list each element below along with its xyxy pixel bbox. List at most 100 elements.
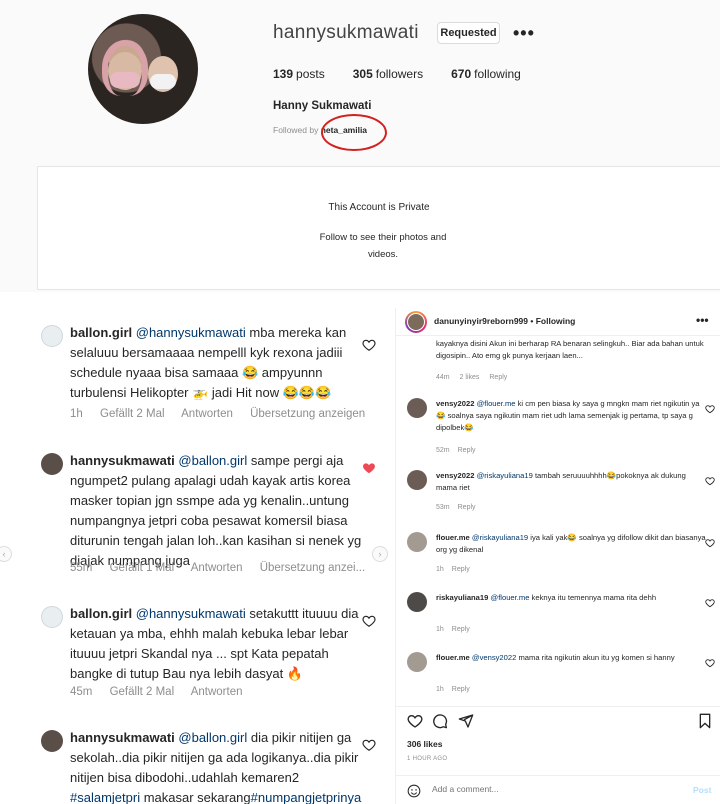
comment-time: 1h (436, 686, 444, 693)
profile-username: hannysukmawati (273, 22, 419, 43)
comment-text: vensy2022 @flouer.me ki cm pen biasa ky … (436, 398, 706, 434)
profile-stats: 139 posts 305 followers 670 following (273, 67, 549, 81)
comment-likes[interactable]: 2 likes (460, 374, 480, 381)
comment-body: tambah seruuuuhhhh😂pokoknya ak dukung ma… (436, 471, 686, 492)
comment-mention[interactable]: @hannysukmawati (136, 606, 246, 621)
profile-full-name: Hanny Sukmawati (273, 100, 372, 112)
requested-button[interactable]: Requested (437, 22, 500, 44)
chevron-left-icon[interactable]: ‹ (0, 546, 12, 562)
comment-body-2: makasar sekarang (140, 790, 251, 804)
heart-icon[interactable] (705, 404, 715, 414)
comment-username[interactable]: ballon.girl (70, 606, 132, 621)
profile-header: hannysukmawati Requested ••• 139 posts 30… (0, 0, 720, 292)
comment-meta: 44m 2 likes Reply (436, 374, 515, 381)
reply-button[interactable]: Reply (452, 566, 470, 573)
comment-mention[interactable]: @riskayuliana19 (477, 471, 533, 480)
comment-meta: 52m Reply (436, 447, 484, 454)
post-actions: 306 likes 1 HOUR AGO Post (396, 706, 720, 804)
bookmark-icon[interactable] (698, 713, 712, 729)
avatar[interactable] (407, 652, 427, 672)
reply-button[interactable]: Antworten (191, 686, 243, 698)
comment-username[interactable]: hannysukmawati (70, 730, 175, 745)
more-options-icon[interactable]: ••• (696, 313, 709, 327)
reply-button[interactable]: Antworten (191, 562, 243, 574)
heart-icon[interactable] (407, 713, 423, 729)
comment-time: 1h (70, 408, 83, 420)
heart-icon[interactable] (362, 461, 376, 475)
reply-button[interactable]: Reply (458, 504, 476, 511)
post-author-username[interactable]: danunyinyir9reborn999 (434, 316, 528, 326)
comment-input[interactable] (432, 784, 672, 794)
comment-username[interactable]: hannysukmawati (70, 453, 175, 468)
comment-text: flouer.me @riskayuliana19 iya kali yak😂 … (436, 532, 706, 556)
red-highlight-circle (321, 114, 387, 151)
comment-text: hannysukmawati @ballon.girl dia pikir ni… (70, 728, 370, 804)
avatar[interactable] (407, 592, 427, 612)
following-label: following (474, 67, 521, 81)
comment-meta: 1h Gefällt 2 Mal Antworten Übersetzung a… (70, 408, 379, 420)
followed-by-prefix: Followed by (273, 125, 319, 135)
comment-time: 1h (436, 566, 444, 573)
reply-button[interactable]: Reply (458, 447, 476, 454)
heart-icon[interactable] (705, 538, 715, 548)
heart-icon[interactable] (362, 614, 376, 628)
comment-mention[interactable]: @riskayuliana19 (472, 533, 528, 542)
heart-icon[interactable] (362, 338, 376, 352)
avatar[interactable] (41, 606, 63, 628)
avatar[interactable] (407, 470, 427, 490)
avatar[interactable] (41, 453, 63, 475)
comment-icon[interactable] (432, 713, 448, 729)
reply-button[interactable]: Antworten (181, 408, 233, 420)
comment-item: riskayuliana19 @flouer.me keknya itu tem… (407, 592, 717, 642)
comment-likes[interactable]: Gefällt 1 Mal (110, 562, 175, 574)
comment-likes[interactable]: Gefällt 2 Mal (110, 686, 175, 698)
heart-icon[interactable] (362, 738, 376, 752)
comment-text: ballon.girl @hannysukmawati mba mereka k… (70, 323, 370, 403)
more-options-icon[interactable]: ••• (513, 23, 535, 44)
likes-count[interactable]: 306 likes (407, 739, 442, 749)
add-comment-bar: Post (396, 775, 720, 804)
avatar[interactable] (41, 325, 63, 347)
comment-username[interactable]: flouer.me (436, 653, 470, 662)
post-button[interactable]: Post (693, 785, 711, 795)
comment-meta: 55m Gefällt 1 Mal Antworten Übersetzung … (70, 562, 379, 574)
heart-icon[interactable] (705, 658, 715, 668)
comment-likes[interactable]: Gefällt 2 Mal (100, 408, 165, 420)
following-button[interactable]: Following (536, 316, 576, 326)
comment-username[interactable]: vensy2022 (436, 471, 474, 480)
heart-icon[interactable] (705, 598, 715, 608)
comment-mention[interactable]: @flouer.me (477, 399, 516, 408)
translate-button[interactable]: Übersetzung anzei... (260, 562, 365, 574)
following-stat[interactable]: 670 following (451, 67, 521, 81)
comment-item: ballon.girl @hannysukmawati mba mereka k… (41, 323, 386, 433)
heart-icon[interactable] (705, 476, 715, 486)
share-icon[interactable] (458, 713, 474, 729)
avatar[interactable] (407, 398, 427, 418)
comment-username[interactable]: flouer.me (436, 533, 470, 542)
comment-username[interactable]: vensy2022 (436, 399, 474, 408)
comment-mention[interactable]: @hannysukmawati (136, 325, 246, 340)
post-time: 1 HOUR AGO (407, 756, 448, 762)
followers-stat[interactable]: 305 followers (353, 67, 423, 81)
profile-avatar[interactable] (88, 14, 198, 124)
comments-panel-left: ‹ › ballon.girl @hannysukmawati mba mere… (0, 308, 393, 804)
reply-button[interactable]: Reply (452, 626, 470, 633)
avatar[interactable] (41, 730, 63, 752)
followers-label: followers (375, 67, 424, 81)
avatar[interactable] (407, 532, 427, 552)
comment-mention[interactable]: @vensy2022 (472, 653, 516, 662)
comment-mention[interactable]: @ballon.girl (178, 453, 247, 468)
emoji-icon[interactable] (407, 784, 421, 798)
hashtag[interactable]: #numpangjetprinya (251, 790, 362, 804)
hashtag[interactable]: #salamjetpri (70, 790, 140, 804)
comment-meta: 53m Reply (436, 504, 484, 511)
reply-button[interactable]: Reply (452, 686, 470, 693)
comment-username[interactable]: ballon.girl (70, 325, 132, 340)
comment-item: flouer.me @vensy2022 mama rita ngikutin … (407, 652, 717, 702)
comment-username[interactable]: riskayuliana19 (436, 593, 488, 602)
comment-mention[interactable]: @ballon.girl (178, 730, 247, 745)
comment-mention[interactable]: @flouer.me (490, 593, 529, 602)
avatar[interactable] (405, 311, 427, 333)
reply-button[interactable]: Reply (489, 374, 507, 381)
translate-button[interactable]: Übersetzung anzeigen (250, 408, 365, 420)
